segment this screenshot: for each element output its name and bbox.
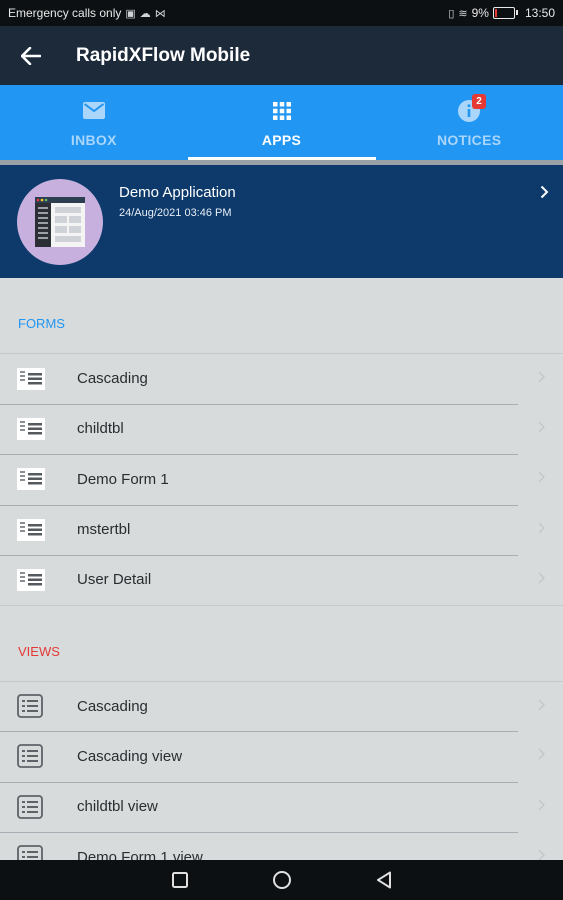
view-item-label: childtbl view [77,798,158,816]
square-icon [171,872,188,888]
mail-icon [82,102,105,119]
notices-badge: 2 [472,93,487,109]
app-avatar [17,179,103,265]
view-item[interactable]: Cascading view [0,731,563,782]
app-bar: RapidXFlow Mobile [0,26,563,85]
form-icon [17,468,45,491]
form-item-label: Cascading [77,370,148,388]
system-nav-bar [0,860,563,900]
view-item-label: Demo Form 1 view [77,848,203,860]
tab-notices-label: NOTICES [437,131,502,148]
recents-button[interactable] [168,868,192,892]
form-item[interactable]: Cascading [0,353,563,404]
chevron-right-icon [538,471,545,483]
chevron-right-icon [538,748,545,760]
view-item[interactable]: Demo Form 1 view [0,832,563,860]
chevron-right-icon [538,420,545,433]
chevron-right-icon [538,371,545,383]
home-button[interactable] [270,868,294,892]
app-date: 24/Aug/2021 03:46 PM [119,207,232,219]
views-heading: VIEWS [18,643,60,659]
triangle-back-icon [376,871,391,889]
mail-notification-icon: ⋈ [154,7,166,20]
chevron-right-icon [540,185,549,199]
form-icon [17,417,45,440]
view-item[interactable]: childtbl view [0,781,563,833]
tab-bar: INBOX APPS 2 NOTICES [0,85,563,160]
back-button[interactable] [0,46,62,65]
view-item[interactable]: Cascading [0,680,563,732]
form-icon [17,367,45,390]
list-view-icon [17,794,43,819]
arrow-left-icon [21,46,41,65]
tab-apps-label: APPS [261,131,302,148]
view-item-label: Cascading [77,697,148,715]
app-content-list: FORMS Cascading childtbl Demo Form 1 mst… [0,278,563,860]
chevron-right-icon [538,572,545,584]
chevron-right-icon [538,521,545,534]
view-item-label: Cascading view [77,747,183,765]
circle-icon [272,871,291,889]
vibrate-icon: ▯ [448,7,455,20]
list-view-icon [17,845,43,860]
back-nav-button[interactable] [372,868,396,892]
tab-inbox-label: INBOX [70,131,117,148]
battery-icon [492,7,518,19]
chevron-right-icon [538,798,545,811]
chevron-right-icon [538,849,545,860]
app-thumbnail-icon [35,197,85,247]
form-item[interactable]: childtbl [0,403,563,455]
notification-icon: ▣ [125,7,136,20]
list-view-icon [17,694,43,719]
form-icon [17,518,45,541]
form-item-label: User Detail [77,571,152,589]
forms-heading: FORMS [18,316,65,331]
list-view-icon [17,744,43,769]
status-bar: Emergency calls only ▣ ☁ ⋈ ▯ ≋ 9% 13:50 [0,0,563,26]
grid-icon [272,101,291,120]
chevron-right-icon [538,698,545,711]
form-item-label: mstertbl [77,521,131,539]
form-item[interactable]: User Detail [0,555,563,606]
battery-percent: 9% [471,6,489,20]
form-icon [17,568,45,591]
status-carrier-text: Emergency calls only [8,6,122,20]
form-item[interactable]: Demo Form 1 [0,454,563,505]
tab-notices[interactable]: 2 NOTICES [375,85,563,160]
tab-inbox[interactable]: INBOX [0,85,188,160]
cloud-icon: ☁ [139,7,151,20]
app-title: RapidXFlow Mobile [76,44,251,66]
app-card[interactable]: Demo Application 24/Aug/2021 03:46 PM [0,165,563,278]
wifi-icon: ≋ [458,7,468,20]
app-name: Demo Application [119,184,236,201]
tab-apps[interactable]: APPS [188,85,376,160]
form-item-label: Demo Form 1 [77,470,169,488]
form-item[interactable]: mstertbl [0,504,563,556]
form-item-label: childtbl [77,420,124,438]
status-time: 13:50 [524,6,555,20]
